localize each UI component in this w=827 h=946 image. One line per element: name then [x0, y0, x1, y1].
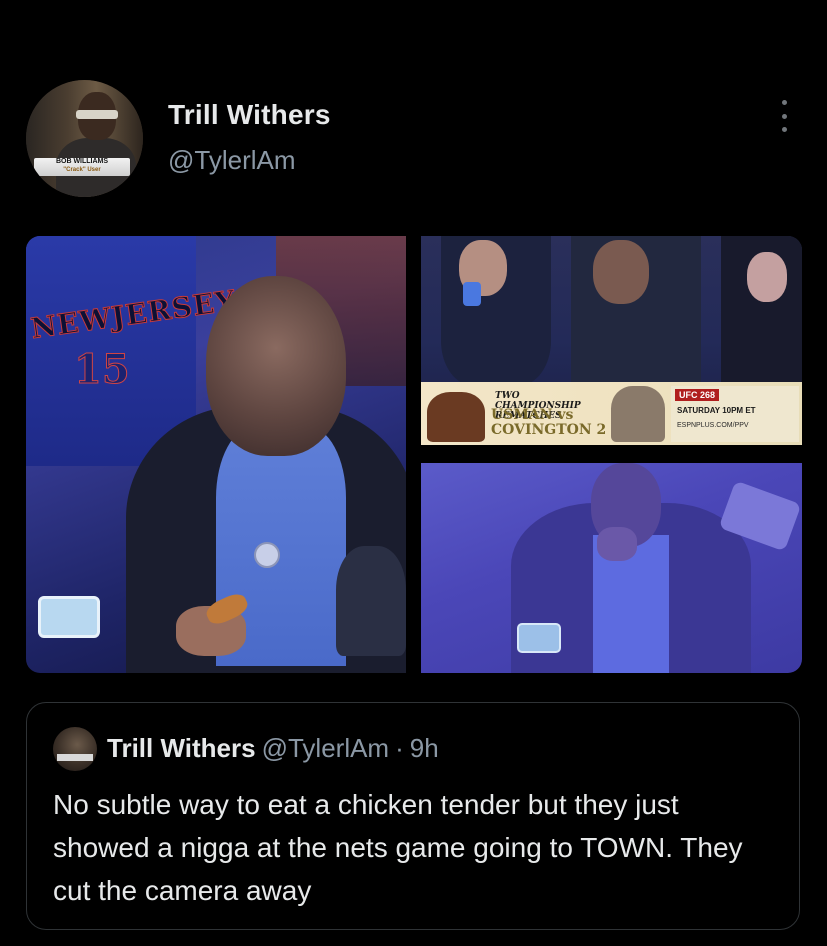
- child-spectator: [336, 546, 406, 656]
- quoted-timestamp[interactable]: 9h: [410, 733, 439, 763]
- avatar-caption-line1: BOB WILLIAMS: [55, 158, 109, 165]
- hand-eating: [597, 527, 637, 561]
- quoted-tweet-header: Trill Withers @TylerlAm · 9h: [107, 733, 439, 764]
- banner-brand: UFC 268: [675, 389, 720, 401]
- avatar-sunglasses: [76, 110, 118, 119]
- tweet-screen: BOB WILLIAMS "Crack" User Trill Withers …: [0, 0, 827, 946]
- media-photo-2[interactable]: TWO CHAMPIONSHIP REMATCHES USMAN vs COVI…: [421, 236, 802, 445]
- jersey-number: 15: [74, 346, 131, 394]
- more-options-icon[interactable]: [774, 100, 794, 132]
- banner-date: SATURDAY 10PM ET: [677, 406, 756, 415]
- quoted-tweet[interactable]: Trill Withers @TylerlAm · 9h No subtle way …: [26, 702, 800, 930]
- more-dot: [781, 113, 787, 119]
- camera-device: [38, 596, 100, 638]
- chain-pendant: [254, 542, 280, 568]
- quoted-author-name[interactable]: Trill Withers: [107, 733, 256, 763]
- avatar-caption: BOB WILLIAMS "Crack" User: [34, 158, 130, 176]
- camera-device: [517, 623, 561, 653]
- quoted-tweet-text: No subtle way to eat a chicken tender bu…: [53, 789, 743, 906]
- fighter-image-2: [611, 386, 665, 442]
- author-avatar[interactable]: BOB WILLIAMS "Crack" User: [26, 80, 143, 197]
- banner-matchup: USMAN vs COVINGTON 2: [491, 408, 606, 438]
- spectator-middle-face: [593, 240, 649, 304]
- man-head: [206, 276, 346, 456]
- banner-matchup-line1: USMAN vs: [491, 407, 574, 423]
- quoted-avatar-caption: [57, 754, 93, 761]
- author-display-name[interactable]: Trill Withers: [168, 99, 331, 131]
- quoted-separator: ·: [395, 733, 404, 763]
- avatar-caption-line2: "Crack" User: [63, 167, 101, 173]
- more-dot: [781, 100, 787, 105]
- more-dot: [781, 127, 787, 132]
- media-photo-1[interactable]: NEWJERSEY 15: [26, 236, 406, 673]
- quoted-author-handle[interactable]: @TylerlAm: [262, 733, 390, 763]
- drink-can: [463, 282, 481, 306]
- banner-url: ESPNPLUS.COM/PPV: [677, 422, 749, 429]
- spectator-right-face: [747, 252, 787, 302]
- media-photo-3[interactable]: [421, 463, 802, 673]
- author-handle[interactable]: @TylerlAm: [168, 145, 296, 176]
- quoted-author-avatar[interactable]: [53, 727, 97, 771]
- banner-matchup-line2: COVINGTON 2: [491, 422, 607, 438]
- fighter-image-1: [427, 392, 485, 442]
